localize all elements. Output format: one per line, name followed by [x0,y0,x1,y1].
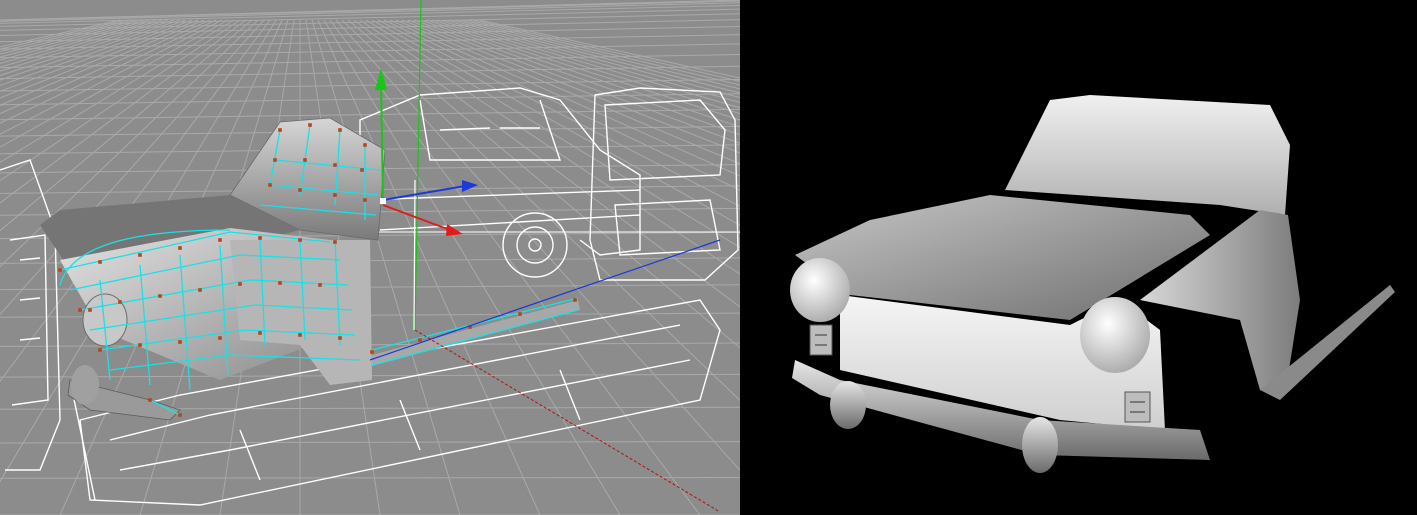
rendered-car [790,95,1395,473]
control-point[interactable] [273,158,277,162]
grid-line [0,108,740,121]
red-axis-guide [414,329,721,513]
editor-viewport[interactable] [0,0,740,515]
control-point[interactable] [278,281,282,285]
control-point[interactable] [370,350,374,354]
control-point[interactable] [218,336,222,340]
grid-line [0,125,740,137]
grid-line [0,441,740,444]
control-point[interactable] [308,123,312,127]
control-point[interactable] [78,308,82,312]
control-point[interactable] [318,283,322,287]
grid-line [0,477,740,479]
control-point[interactable] [158,294,162,298]
control-point[interactable] [218,238,222,242]
control-point[interactable] [303,158,307,162]
control-point[interactable] [333,163,337,167]
grid-line [437,19,740,109]
control-point[interactable] [363,143,367,147]
control-point[interactable] [98,260,102,264]
control-point[interactable] [238,282,242,286]
control-point[interactable] [98,348,102,352]
control-point[interactable] [258,331,262,335]
grid-line [0,4,740,24]
render-viewport[interactable] [740,0,1417,515]
control-point[interactable] [338,336,342,340]
control-point[interactable] [138,253,142,257]
control-point[interactable] [198,288,202,292]
control-point[interactable] [298,333,302,337]
control-point[interactable] [298,188,302,192]
control-point[interactable] [573,298,577,302]
control-point[interactable] [278,128,282,132]
control-point[interactable] [268,183,272,187]
control-point[interactable] [178,246,182,250]
control-point[interactable] [333,193,337,197]
control-point[interactable] [333,240,337,244]
control-point[interactable] [178,340,182,344]
control-point[interactable] [363,198,367,202]
control-point[interactable] [518,312,522,316]
editor-canvas[interactable] [0,0,740,515]
control-point[interactable] [148,398,152,402]
control-point[interactable] [178,413,182,417]
control-point[interactable] [298,238,302,242]
control-point[interactable] [258,236,262,240]
control-point[interactable] [58,268,62,272]
control-point[interactable] [138,343,142,347]
control-point[interactable] [88,308,92,312]
render-canvas [790,95,1395,473]
control-point[interactable] [360,168,364,172]
z-axis-guide [369,239,721,361]
control-point[interactable] [418,338,422,342]
control-point[interactable] [338,128,342,132]
control-point[interactable] [118,300,122,304]
